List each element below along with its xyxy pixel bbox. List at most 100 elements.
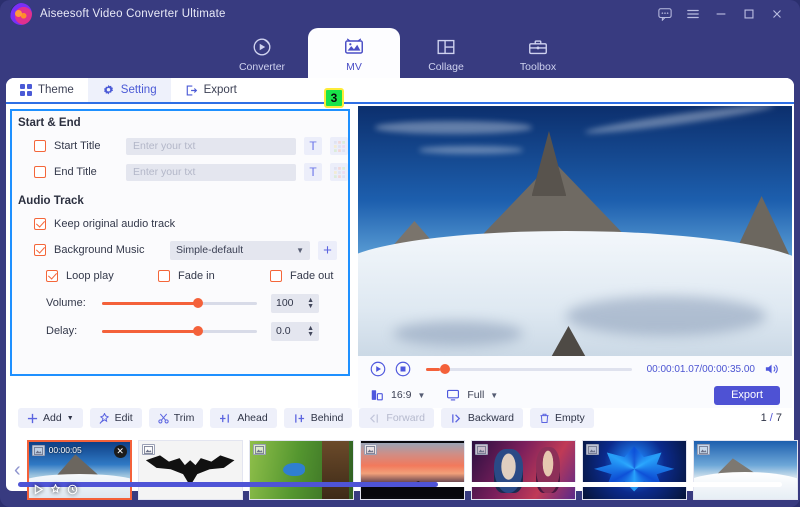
aspect-ratio-value: 16:9 — [391, 389, 412, 401]
insert-behind-icon — [293, 413, 306, 424]
keep-original-checkbox[interactable] — [34, 218, 46, 230]
video-preview[interactable] — [358, 106, 792, 356]
delay-spinner-arrows[interactable]: ▲ ▼ — [307, 325, 314, 338]
tab-theme[interactable]: Theme — [6, 78, 88, 102]
delay-slider[interactable] — [102, 326, 257, 336]
aspect-ratio-select[interactable]: 16:9 ▼ — [391, 389, 425, 401]
export-icon — [185, 84, 198, 97]
end-title-style-button[interactable] — [330, 163, 348, 181]
tab-setting[interactable]: Setting — [87, 78, 171, 102]
add-music-button[interactable]: + — [318, 240, 337, 260]
maximize-icon[interactable] — [742, 7, 756, 21]
loop-play-checkbox[interactable] — [46, 270, 58, 282]
playback-row: 00:00:01.07/00:00:35.00 — [358, 356, 792, 382]
add-button[interactable]: Add ▼ — [18, 408, 83, 428]
start-title-style-button[interactable] — [330, 137, 348, 155]
backward-button[interactable]: Backward — [440, 408, 524, 428]
thumb-clock-icon[interactable] — [67, 484, 78, 495]
settings-panel: Start & End Start Title T End Title T — [10, 109, 350, 376]
delay-stepper[interactable]: 0.0 ▲ ▼ — [271, 321, 319, 341]
page-current: 1 — [760, 412, 767, 424]
end-title-label: End Title — [54, 166, 97, 178]
plus-icon — [27, 413, 38, 424]
playback-progress-slider[interactable] — [426, 364, 632, 374]
tab-export[interactable]: Export — [171, 78, 251, 102]
feedback-icon[interactable] — [658, 7, 672, 22]
edit-button[interactable]: Edit — [89, 408, 142, 428]
fade-out-checkbox[interactable] — [270, 270, 282, 282]
empty-button[interactable]: Empty — [530, 408, 594, 428]
thumb-bird[interactable] — [248, 440, 354, 500]
trash-icon — [539, 413, 550, 424]
thumb-mountain[interactable]: 00:00:05 ✕ — [26, 440, 132, 500]
nav-tab-collage[interactable]: Collage — [400, 28, 492, 80]
stop-icon[interactable] — [395, 361, 411, 377]
thumb-heroes[interactable] — [470, 440, 576, 500]
behind-label: Behind — [310, 412, 344, 424]
converter-icon — [251, 36, 273, 58]
thumb-duration: 00:00:05 — [48, 445, 82, 455]
export-button[interactable]: Export — [714, 385, 780, 405]
volume-stepper[interactable]: 100 ▲ ▼ — [271, 293, 319, 313]
delay-row: Delay: 0.0 ▲ ▼ — [12, 317, 348, 345]
thumb-sunset[interactable] — [359, 440, 465, 500]
start-title-text-button[interactable]: T — [304, 137, 322, 155]
page-separator: / — [769, 412, 773, 424]
forward-label: Forward — [386, 412, 425, 424]
keep-original-row: Keep original audio track — [12, 211, 348, 237]
tab-label-setting: Setting — [120, 84, 157, 96]
move-backward-icon — [450, 413, 463, 424]
monitor-icon — [446, 388, 460, 402]
time-display: 00:00:01.07/00:00:35.00 — [646, 363, 755, 375]
thumb-magic-wand-icon[interactable] — [50, 483, 61, 495]
gear-icon — [102, 84, 115, 97]
nav-tab-converter[interactable]: Converter — [216, 28, 308, 80]
fade-in-label: Fade in — [178, 270, 215, 282]
thumb-play-icon[interactable] — [33, 484, 44, 495]
end-title-text-button[interactable]: T — [304, 163, 322, 181]
start-title-checkbox[interactable] — [34, 140, 46, 152]
trim-button[interactable]: Trim — [148, 408, 204, 428]
ahead-button[interactable]: Ahead — [210, 408, 277, 428]
end-title-checkbox[interactable] — [34, 166, 46, 178]
scissors-icon — [158, 413, 169, 424]
nav-label-toolbox: Toolbox — [519, 60, 557, 73]
volume-row: Volume: 100 ▲ ▼ — [12, 289, 348, 317]
window-controls — [658, 7, 800, 22]
background-music-select[interactable]: Simple-default ▼ — [170, 240, 310, 260]
nav-tab-toolbox[interactable]: Toolbox — [492, 28, 584, 80]
nav-tab-mv[interactable]: MV — [308, 28, 400, 80]
play-icon[interactable] — [370, 361, 386, 377]
screen-mode-select[interactable]: Full ▼ — [467, 389, 498, 401]
add-label: Add — [43, 412, 62, 424]
volume-slider[interactable] — [102, 298, 257, 308]
volume-spinner-arrows[interactable]: ▲ ▼ — [307, 297, 314, 310]
behind-button[interactable]: Behind — [283, 408, 353, 428]
scrollbar-track[interactable] — [18, 481, 782, 487]
background-music-selected-value: Simple-default — [176, 244, 244, 256]
thumb-neon[interactable] — [581, 440, 687, 500]
thumb-remove-button[interactable]: ✕ — [113, 445, 127, 458]
scrollbar-thumb[interactable] — [18, 481, 439, 487]
forward-button[interactable]: Forward — [359, 408, 434, 428]
volume-value: 100 — [276, 297, 294, 309]
fade-in-checkbox[interactable] — [158, 270, 170, 282]
mv-icon — [343, 36, 365, 58]
transport-bar: 00:00:01.07/00:00:35.00 16:9 ▼ Full ▼ Ex… — [358, 356, 792, 408]
section-title-start-end: Start & End — [18, 117, 81, 129]
app-logo — [10, 3, 32, 25]
background-music-checkbox[interactable] — [34, 244, 46, 256]
empty-label: Empty — [555, 412, 585, 424]
image-placeholder-icon — [474, 444, 488, 455]
minimize-icon[interactable] — [714, 7, 728, 21]
menu-icon[interactable] — [686, 7, 700, 21]
page-indicator: 1 / 7 — [761, 412, 782, 424]
thumb-snow[interactable] — [692, 440, 798, 500]
start-title-input[interactable] — [126, 137, 296, 155]
end-title-input[interactable] — [126, 163, 296, 181]
background-music-label: Background Music — [54, 244, 145, 256]
close-icon[interactable] — [770, 7, 784, 21]
thumb-batman[interactable] — [137, 440, 243, 500]
magic-wand-icon — [99, 411, 110, 424]
speaker-icon[interactable] — [764, 362, 780, 376]
